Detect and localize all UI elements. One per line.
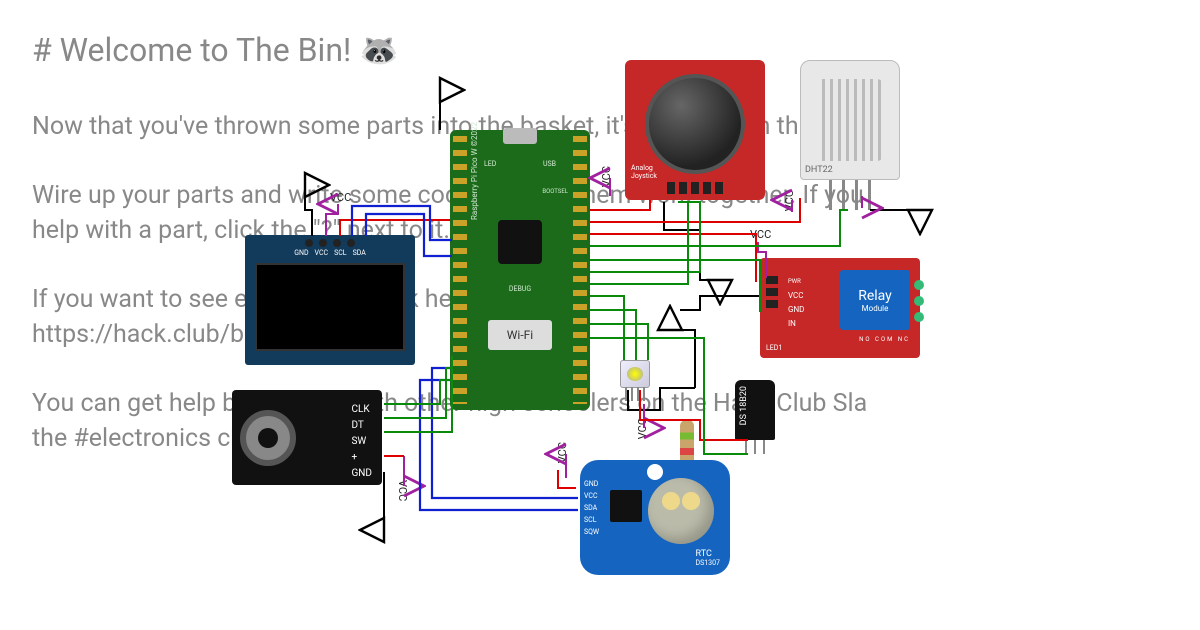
rtc-chip (610, 490, 642, 522)
raspberry-pi-pico[interactable]: Wi-Fi Raspberry Pi Pico W ©2022 DEBUG LE… (450, 130, 590, 410)
analog-joystick[interactable]: Analog Joystick (625, 60, 765, 200)
relay-terminal-labels: NO COM NC (859, 336, 910, 343)
ds18b20-sensor[interactable]: DS 18B20 (735, 380, 775, 440)
dht22-sensor[interactable]: DHT22 (800, 60, 900, 210)
relay-pin-labels: PWR VCC GND IN (788, 274, 804, 331)
vcc-label: VCC (750, 228, 771, 241)
rotary-knob[interactable] (240, 410, 296, 466)
pico-led-label: LED (484, 160, 496, 168)
rgb-led[interactable] (620, 360, 650, 388)
rotary-encoder[interactable]: CLK DT SW + GND (232, 390, 382, 485)
oled-display[interactable]: GND VCC SCL SDA (245, 235, 415, 365)
pico-rp2040-chip (498, 220, 542, 264)
oled-pin-labels: GND VCC SCL SDA (294, 249, 366, 257)
pico-silkscreen: Raspberry Pi Pico W ©2022 (470, 122, 479, 220)
rtc-module[interactable]: GND VCC SDA SCL SQW RTC DS1307 (580, 460, 730, 575)
dht-grill (817, 79, 883, 161)
relay-block: Relay Module (840, 270, 910, 330)
joystick-stick[interactable] (645, 74, 745, 174)
relay-input-pins (766, 276, 778, 308)
rtc-star-icon (647, 464, 663, 480)
oled-screen (255, 263, 405, 351)
pico-wifi-module: Wi-Fi (488, 320, 552, 350)
vcc-label: VCC (600, 166, 613, 187)
rotary-pin-labels: CLK DT SW + GND (351, 402, 372, 482)
vcc-label: VCC (783, 190, 796, 211)
vcc-label: VCC (396, 480, 409, 501)
joystick-pins (667, 182, 723, 194)
pico-usb-label: USB (543, 160, 556, 168)
rtc-title: RTC DS1307 (696, 549, 721, 567)
pico-usb-port (503, 128, 537, 144)
rtc-coin-cell (648, 478, 714, 544)
oled-header (305, 239, 355, 247)
joystick-label: Analog Joystick (631, 164, 657, 180)
vcc-label: VCC (556, 442, 569, 463)
pico-bootsel-label: BOOTSEL (542, 188, 568, 195)
dht-label: DHT22 (805, 165, 833, 175)
pico-debug-label: DEBUG (509, 285, 531, 293)
vcc-label: VCC (636, 418, 649, 439)
rtc-pin-labels: GND VCC SDA SCL SQW (584, 480, 599, 536)
relay-led-label: LED1 (766, 344, 782, 352)
relay-terminal (914, 280, 924, 322)
relay-module[interactable]: PWR VCC GND IN Relay Module NO COM NC LE… (760, 258, 920, 358)
ds18b20-label: DS 18B20 (739, 386, 749, 425)
vcc-label: VCC (330, 191, 351, 204)
circuit-diagram: Wi-Fi Raspberry Pi Pico W ©2022 DEBUG LE… (0, 0, 1200, 630)
